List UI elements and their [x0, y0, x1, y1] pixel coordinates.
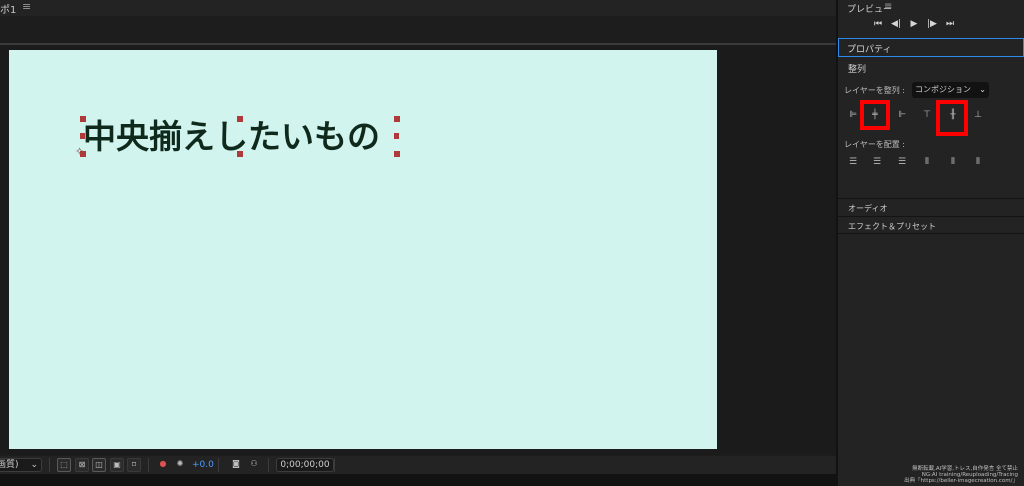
align-left-icon[interactable]: ⊫ — [846, 108, 860, 122]
composition-tab[interactable]: ポ1 ≡ — [0, 0, 836, 16]
audio-section-title: オーディオ — [848, 204, 888, 213]
align-bottom-icon[interactable]: ⊥ — [971, 108, 985, 122]
distribute-right-icon[interactable]: ⦀ — [971, 155, 985, 169]
toolbar-separator — [49, 458, 50, 472]
audio-section[interactable]: オーディオ — [838, 198, 1024, 216]
toolbar-separator — [334, 458, 335, 472]
bottom-strip — [0, 474, 836, 486]
composition-tab-label: ポ1 — [0, 5, 17, 16]
align-section: 整列 レイヤーを整列 : コンポジション ⌄ ⊫ ╪ ⊩ ⊤ ╫ ⊥ レイヤーを… — [838, 57, 1024, 197]
watermark: 無断転載,AI学習,トレス,自作発言 全て禁止 NG:AI training/R… — [904, 466, 1018, 484]
watermark-line-3: 出典「https://beller-imagecreation.com/」 — [904, 478, 1018, 484]
transform-handle-bottom-right[interactable] — [394, 151, 400, 157]
region-of-interest-icon[interactable]: ▣ — [110, 458, 124, 472]
text-layer[interactable]: 中央揃えしたいもの — [80, 116, 400, 157]
next-frame-icon[interactable]: |▶ — [926, 19, 938, 29]
toolbar-separator — [268, 458, 269, 472]
distribute-layers-label: レイヤーを配置 : — [844, 140, 905, 149]
play-icon[interactable]: ▶ — [908, 19, 920, 29]
align-to-select[interactable]: コンポジション ⌄ — [912, 82, 989, 98]
mask-path-icon[interactable]: ◫ — [92, 458, 106, 472]
distribute-horizontal-center-icon[interactable]: ⦀ — [946, 155, 960, 169]
distribute-vertical-center-icon[interactable]: ☰ — [870, 155, 884, 169]
properties-title: プロパティ — [847, 45, 892, 55]
resolution-select[interactable]: 画質) ⌄ — [0, 458, 42, 472]
right-panels: プレビュー ≡ ⏮ ◀| ▶ |▶ ⏭ プロパティ 整列 レイヤーを整列 : コ… — [838, 0, 1024, 486]
align-top-icon[interactable]: ⊤ — [920, 108, 934, 122]
distribute-top-icon[interactable]: ☰ — [846, 155, 860, 169]
effects-presets-title: エフェクト＆プリセット — [848, 222, 936, 231]
current-time-display[interactable]: 0;00;00;00 — [276, 458, 334, 472]
align-to-value: コンポジション — [915, 85, 971, 94]
properties-panel-tab[interactable]: プロパティ — [838, 38, 1024, 57]
toolbar-separator — [218, 458, 219, 472]
transparency-grid-icon[interactable]: ⊠ — [75, 458, 89, 472]
grid-guides-icon[interactable]: ⌑ — [127, 458, 141, 472]
resolution-value: 画質) — [0, 460, 19, 470]
layer-text: 中央揃えしたいもの — [83, 117, 380, 156]
align-section-title[interactable]: 整列 — [848, 62, 866, 75]
distribute-bottom-icon[interactable]: ☰ — [895, 155, 909, 169]
transform-handle-top-left[interactable] — [80, 116, 86, 122]
first-frame-icon[interactable]: ⏮ — [872, 19, 884, 29]
transform-handle-middle-left[interactable] — [80, 133, 85, 139]
fast-preview-icon[interactable]: ⬚ — [57, 458, 71, 472]
align-layers-label: レイヤーを整列 : — [844, 86, 905, 95]
transform-handle-middle-right[interactable] — [394, 133, 399, 139]
composition-panel: ポ1 ≡ 中央揃えしたいもの ✧ 画質) ⌄ ⬚ ⊠ ◫ ▣ ⌑ ● ✺ +0.… — [0, 0, 836, 486]
chevron-down-icon: ⌄ — [30, 460, 38, 470]
hamburger-menu-icon[interactable]: ≡ — [22, 0, 31, 13]
last-frame-icon[interactable]: ⏭ — [944, 19, 956, 29]
transform-handle-top-center[interactable] — [237, 116, 243, 122]
effects-presets-section[interactable]: エフェクト＆プリセット — [838, 216, 1024, 234]
align-right-icon[interactable]: ⊩ — [895, 108, 909, 122]
snapshot-camera-icon[interactable]: ◙ — [229, 458, 243, 472]
composition-canvas[interactable] — [9, 50, 717, 449]
distribute-left-icon[interactable]: ⦀ — [920, 155, 934, 169]
highlight-box-horizontal-center — [860, 100, 890, 130]
transform-handle-top-right[interactable] — [394, 116, 400, 122]
playback-controls: ⏮ ◀| ▶ |▶ ⏭ — [872, 19, 956, 29]
toolbar-separator — [148, 458, 149, 472]
reset-exposure-icon[interactable]: ✺ — [173, 458, 187, 472]
chevron-down-icon: ⌄ — [979, 85, 986, 94]
hamburger-menu-icon[interactable]: ≡ — [884, 1, 892, 12]
highlight-box-vertical-center — [936, 100, 968, 136]
anchor-point-icon[interactable]: ✧ — [75, 145, 84, 158]
show-snapshot-icon[interactable]: ⚇ — [247, 458, 261, 472]
exposure-value[interactable]: +0.0 — [192, 458, 214, 472]
viewer-toolbar: 画質) ⌄ ⬚ ⊠ ◫ ▣ ⌑ ● ✺ +0.0 ◙ ⚇ 0;00;00;00 — [0, 456, 836, 474]
color-channels-icon[interactable]: ● — [156, 458, 170, 472]
preview-panel: プレビュー ≡ ⏮ ◀| ▶ |▶ ⏭ — [838, 0, 1024, 36]
previous-frame-icon[interactable]: ◀| — [890, 19, 902, 29]
transform-handle-bottom-center[interactable] — [237, 151, 243, 157]
